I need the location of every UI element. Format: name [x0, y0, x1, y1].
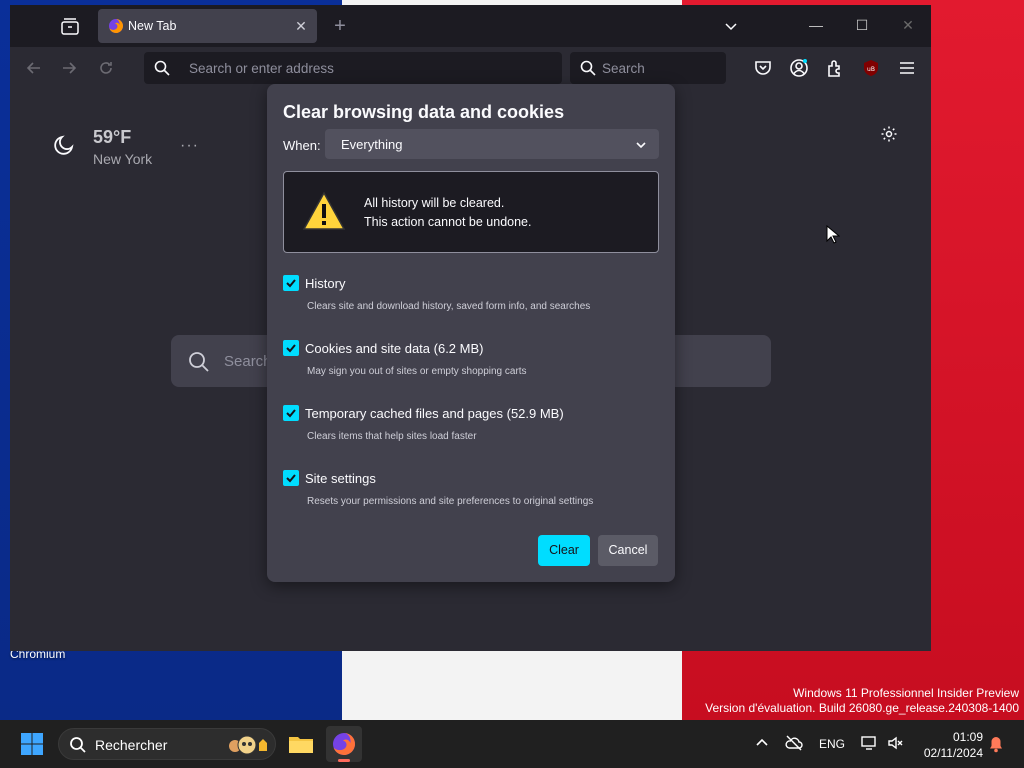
- clock-date: 02/11/2024: [923, 746, 983, 760]
- option-cookies[interactable]: Cookies and site data (6.2 MB) May sign …: [283, 340, 663, 388]
- volume-muted-icon[interactable]: [886, 734, 904, 755]
- address-bar[interactable]: Search or enter address: [144, 52, 562, 84]
- search-highlight-icon: [225, 733, 271, 757]
- weather-more-options-icon[interactable]: ···: [180, 137, 199, 155]
- dialog-title: Clear browsing data and cookies: [283, 102, 565, 122]
- list-all-tabs-icon[interactable]: [722, 17, 740, 35]
- history-checkbox[interactable]: [283, 275, 299, 291]
- warning-line-2: This action cannot be undone.: [364, 215, 532, 229]
- option-site-settings[interactable]: Site settings Resets your permissions an…: [283, 470, 663, 518]
- cache-checkbox[interactable]: [283, 405, 299, 421]
- when-dropdown[interactable]: Everything: [325, 129, 659, 159]
- weather-city[interactable]: New York: [93, 151, 152, 167]
- tab-title: New Tab: [128, 19, 177, 33]
- watermark-line-2: Version d'évaluation. Build 26080.ge_rel…: [705, 701, 1019, 715]
- warning-line-1: All history will be cleared.: [364, 196, 505, 210]
- forward-icon[interactable]: [59, 58, 79, 78]
- cookies-description: May sign you out of sites or empty shopp…: [307, 366, 527, 377]
- taskbar-search[interactable]: Rechercher: [58, 728, 276, 760]
- tab-bar: New Tab ✕ + — ☐ ✕: [10, 5, 931, 47]
- system-clock[interactable]: 01:09 02/11/2024: [915, 729, 983, 761]
- back-icon[interactable]: [24, 58, 44, 78]
- gear-icon[interactable]: [880, 125, 898, 143]
- search-placeholder: Search: [602, 61, 645, 76]
- cancel-button[interactable]: Cancel: [598, 535, 658, 566]
- newtab-search-placeholder: Search: [224, 353, 272, 370]
- language-indicator[interactable]: ENG: [819, 737, 845, 751]
- site-settings-description: Resets your permissions and site prefere…: [307, 496, 594, 507]
- reload-icon[interactable]: [96, 58, 116, 78]
- firefox-taskbar-icon[interactable]: [326, 726, 362, 762]
- chevron-up-icon[interactable]: [755, 736, 769, 753]
- windows-start-icon[interactable]: [20, 732, 44, 756]
- search-icon: [580, 60, 596, 76]
- when-label: When:: [283, 138, 321, 153]
- when-selected-value: Everything: [341, 137, 403, 152]
- cache-description: Clears items that help sites load faster: [307, 431, 477, 442]
- cloud-offline-icon[interactable]: [785, 734, 803, 755]
- address-placeholder: Search or enter address: [189, 61, 334, 76]
- clock-time: 01:09: [952, 730, 983, 744]
- firefox-logo-icon: [108, 18, 124, 34]
- network-icon[interactable]: [860, 734, 878, 755]
- history-label[interactable]: History: [305, 276, 345, 291]
- account-icon[interactable]: [789, 58, 809, 78]
- cookies-label[interactable]: Cookies and site data (6.2 MB): [305, 341, 483, 356]
- site-settings-label[interactable]: Site settings: [305, 471, 376, 486]
- history-description: Clears site and download history, saved …: [307, 301, 591, 312]
- cache-label[interactable]: Temporary cached files and pages (52.9 M…: [305, 406, 564, 421]
- clear-data-dialog: Clear browsing data and cookies When: Ev…: [267, 84, 675, 582]
- chevron-down-icon: [635, 138, 647, 150]
- site-settings-checkbox[interactable]: [283, 470, 299, 486]
- ublock-origin-icon[interactable]: uB: [861, 58, 881, 78]
- close-tab-icon[interactable]: ✕: [293, 18, 309, 34]
- minimize-icon[interactable]: —: [793, 5, 839, 47]
- tab-new-tab[interactable]: New Tab ✕: [98, 9, 317, 43]
- nav-toolbar: Search or enter address Search uB: [10, 47, 931, 89]
- option-history[interactable]: History Clears site and download history…: [283, 275, 663, 323]
- extensions-icon[interactable]: [825, 58, 845, 78]
- warning-icon: [302, 191, 346, 231]
- cookies-checkbox[interactable]: [283, 340, 299, 356]
- maximize-icon[interactable]: ☐: [839, 5, 885, 47]
- windows-watermark: Windows 11 Professionnel Insider Preview…: [705, 686, 1019, 716]
- notification-bell-icon[interactable]: [988, 735, 1004, 756]
- search-bar[interactable]: Search: [570, 52, 726, 84]
- svg-text:uB: uB: [867, 66, 875, 73]
- hamburger-menu-icon[interactable]: [897, 58, 917, 78]
- taskbar: Rechercher ENG 01:09 02/11/2024: [0, 720, 1024, 768]
- active-app-indicator: [338, 759, 350, 762]
- file-explorer-icon[interactable]: [283, 726, 319, 762]
- firefox-view-icon[interactable]: [58, 15, 82, 39]
- watermark-line-1: Windows 11 Professionnel Insider Preview: [793, 686, 1019, 700]
- mouse-cursor-icon: [826, 224, 841, 245]
- weather-temperature[interactable]: 59°F: [93, 127, 131, 148]
- taskbar-search-placeholder: Rechercher: [95, 737, 168, 753]
- moon-icon: [52, 133, 76, 157]
- search-icon: [187, 350, 211, 374]
- pocket-icon[interactable]: [753, 58, 773, 78]
- search-icon: [154, 60, 170, 76]
- clear-button[interactable]: Clear: [538, 535, 590, 566]
- option-cache[interactable]: Temporary cached files and pages (52.9 M…: [283, 405, 663, 453]
- new-tab-button[interactable]: +: [328, 16, 352, 40]
- window-close-icon[interactable]: ✕: [885, 5, 931, 47]
- search-icon: [69, 736, 87, 754]
- warning-box: All history will be cleared. This action…: [283, 171, 659, 253]
